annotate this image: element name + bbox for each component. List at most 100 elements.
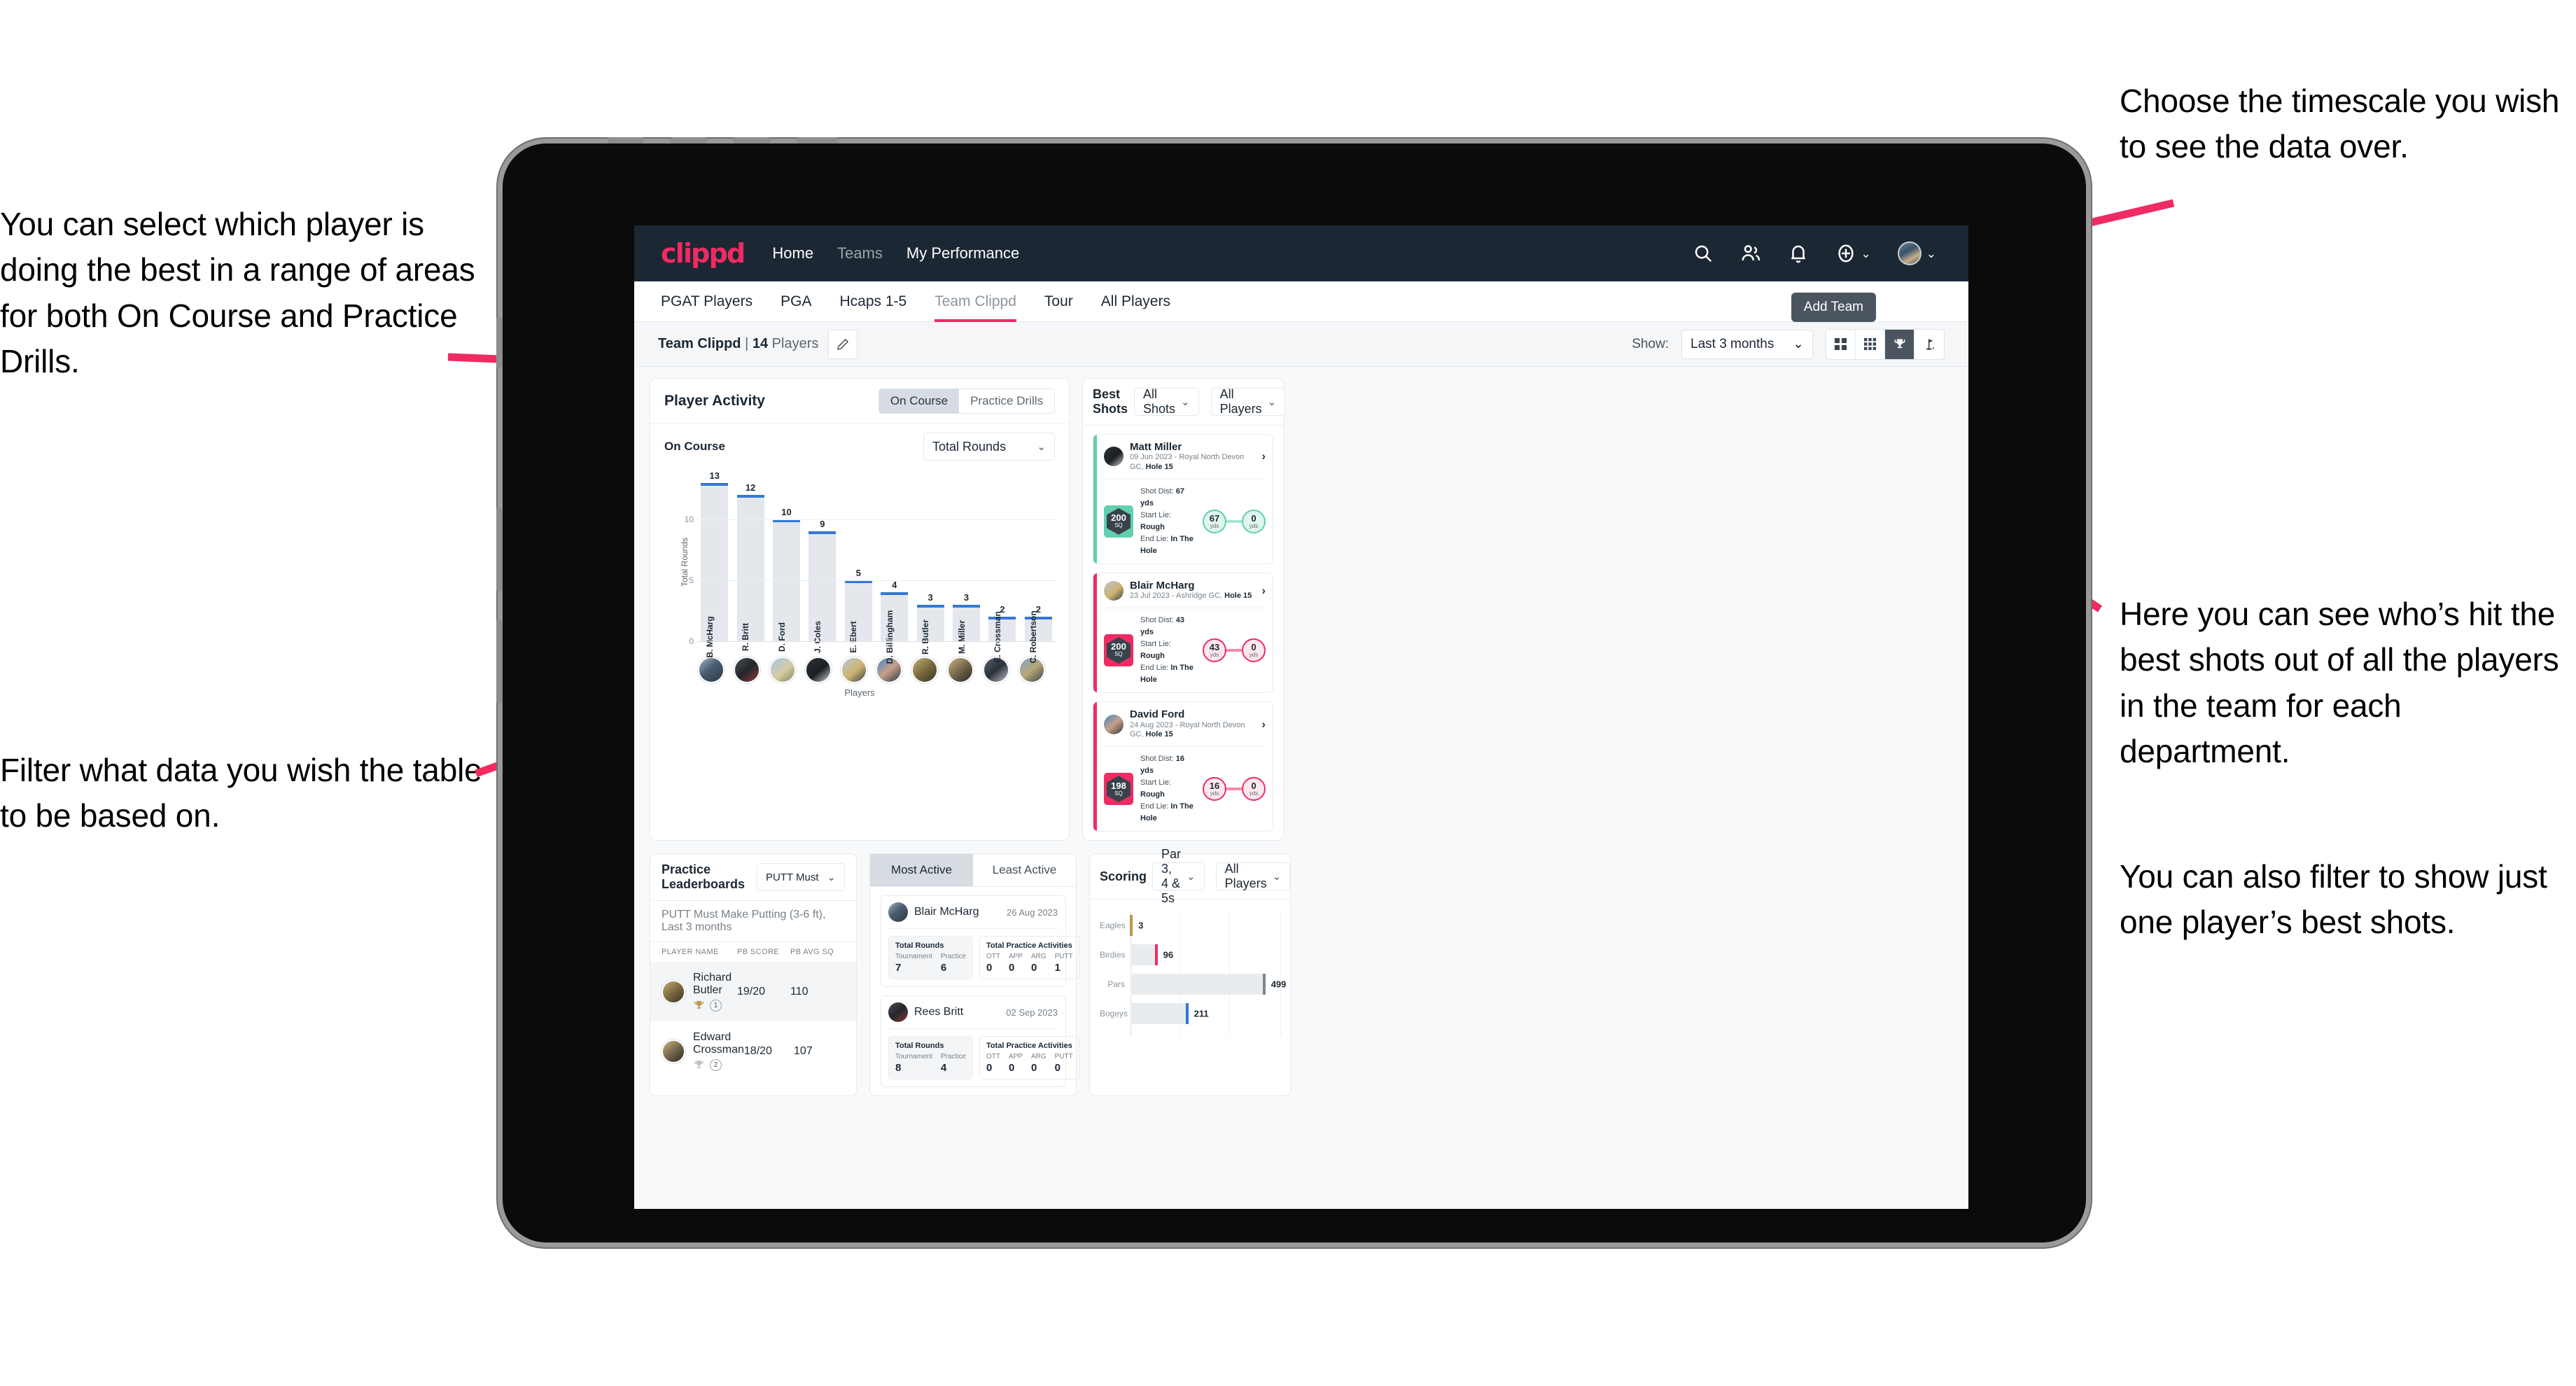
chart-bar-slot[interactable]: 13 B. McHarg	[696, 470, 732, 658]
leaderboard-columns: PLAYER NAME PB SCORE PB AVG SQ	[650, 942, 856, 962]
chart-bar[interactable]: C. Robertson	[1024, 610, 1052, 664]
stat-value: 1	[1054, 962, 1060, 974]
scoring-par-filter[interactable]: Par 3, 4 & 5s ⌄	[1152, 847, 1205, 905]
chart-bar-slot[interactable]: 4 D. Billingham	[876, 470, 912, 664]
stat-label: Practice	[940, 953, 966, 961]
chart-bar-slot[interactable]: 9 J. Coles	[804, 470, 840, 653]
chart-bar[interactable]: E. Crossman	[988, 611, 1016, 663]
chart-bar-slot[interactable]: 10 D. Ford	[769, 470, 804, 652]
team-player-count: 14	[752, 336, 769, 351]
chevron-right-icon[interactable]: ›	[1261, 449, 1266, 463]
plus-circle-icon[interactable]: ⌄	[1835, 243, 1871, 264]
avatar[interactable]	[946, 657, 974, 683]
chart-bar[interactable]: R. Britt	[736, 494, 764, 651]
chart-bar[interactable]: M. Miller	[953, 604, 981, 654]
best-shots-player-filter[interactable]: All Players ⌄	[1210, 387, 1286, 416]
scoring-row[interactable]: Bogeys 211	[1100, 999, 1280, 1028]
grid-2x2-icon[interactable]	[1826, 329, 1856, 359]
chart-bar[interactable]: R. Butler	[916, 604, 944, 654]
avatar[interactable]	[769, 657, 796, 683]
total-practice-box: Total Practice Activities OTT 0 APP 0 ARG 0 PUT…	[979, 936, 1080, 980]
best-shots-shot-filter[interactable]: All Shots ⌄	[1134, 387, 1199, 416]
stat-label: OTT	[986, 953, 1000, 961]
chart-bar-value: 5	[855, 567, 861, 578]
bell-icon[interactable]	[1788, 243, 1809, 264]
chevron-right-icon[interactable]: ›	[1261, 718, 1266, 732]
stat-label: Tournament	[895, 1053, 932, 1061]
best-shot-item[interactable]: David Ford 24 Aug 2023 - Royal North Devo…	[1093, 701, 1273, 832]
tab-tour[interactable]: Tour	[1044, 281, 1073, 322]
table-row[interactable]: Edward Crossman 2 18/20 107	[650, 1021, 856, 1081]
trophy-icon[interactable]	[1885, 329, 1914, 359]
scoring-player-filter[interactable]: All Players ⌄	[1215, 862, 1291, 891]
nav-link-my-performance[interactable]: My Performance	[906, 244, 1019, 262]
best-shots-title: Best Shots	[1093, 387, 1128, 416]
grid-3x3-icon[interactable]	[1856, 329, 1885, 359]
chart-y-ticks: 0 5 10	[676, 470, 694, 646]
best-shot-item[interactable]: Matt Miller 09 Jun 2023 - Royal North Dev…	[1093, 434, 1273, 565]
scoring-row[interactable]: Birdies 96	[1100, 940, 1280, 969]
chart-bar[interactable]: D. Billingham	[881, 592, 909, 664]
pb-avg-sq-value: 107	[794, 1044, 813, 1057]
avatar	[662, 979, 685, 1004]
best-shot-player-name: Matt Miller	[1130, 441, 1182, 453]
chevron-right-icon[interactable]: ›	[1261, 584, 1266, 598]
chart-bar-slot[interactable]: 2 C. Robertson	[1021, 470, 1056, 664]
chevron-down-icon: ⌄	[1037, 441, 1046, 453]
pencil-icon[interactable]	[828, 329, 858, 359]
avatar[interactable]	[840, 657, 867, 683]
avatar[interactable]	[911, 657, 939, 683]
app-screen: clippd Home Teams My Performance ⌄ ⌄ PGA…	[634, 225, 1968, 1209]
toggle-on-course[interactable]: On Course	[878, 389, 960, 413]
nav-link-home[interactable]: Home	[772, 244, 813, 262]
avatar[interactable]	[698, 657, 725, 683]
search-icon[interactable]	[1693, 243, 1714, 264]
top-navbar: clippd Home Teams My Performance ⌄ ⌄	[634, 225, 1968, 281]
clippd-logo[interactable]: clippd	[661, 238, 746, 269]
chart-gridline	[696, 519, 1056, 520]
chart-bar-slot[interactable]: 3 M. Miller	[948, 470, 984, 654]
avatar[interactable]: ⌄	[1897, 241, 1936, 265]
tab-most-active[interactable]: Most Active	[870, 854, 973, 887]
pb-score-value: 18/20	[743, 1044, 772, 1057]
avatar	[888, 1002, 908, 1023]
tab-all-players[interactable]: All Players	[1101, 281, 1170, 322]
tab-hcaps-1-5[interactable]: Hcaps 1-5	[839, 281, 906, 322]
best-shot-item[interactable]: Blair McHarg 23 Jul 2023 - Ashridge GC, H…	[1093, 573, 1273, 694]
timescale-select[interactable]: Last 3 months ⌄	[1681, 329, 1813, 359]
chart-bar-label: J. Coles	[812, 620, 822, 654]
total-practice-box: Total Practice Activities OTT 0 APP 0 ARG 0 PUT…	[979, 1036, 1080, 1080]
nav-link-teams[interactable]: Teams	[837, 244, 883, 262]
practice-leaderboards-header: Practice Leaderboards PUTT Must Make Put…	[650, 854, 856, 900]
chart-bar-slot[interactable]: 3 R. Butler	[912, 470, 948, 654]
tab-least-active[interactable]: Least Active	[973, 854, 1076, 886]
activity-date: 26 Aug 2023	[1006, 906, 1058, 918]
activity-item[interactable]: Rees Britt 02 Sep 2023 Total Rounds Tournam…	[880, 995, 1080, 1088]
chart-bar[interactable]: B. McHarg	[701, 483, 729, 658]
stat-label: OTT	[986, 1053, 1000, 1061]
avatar[interactable]	[804, 657, 832, 683]
chart-bar-slot[interactable]: 12 R. Britt	[732, 470, 768, 651]
tab-pgat-players[interactable]: PGAT Players	[661, 281, 752, 322]
activity-item[interactable]: Blair McHarg 26 Aug 2023 Total Rounds Tourn…	[880, 895, 1080, 988]
chart-y-tick: 0	[689, 636, 694, 646]
dashboard-content: Player Activity On Course Practice Drill…	[634, 367, 1968, 1107]
scoring-row[interactable]: Pars 499	[1100, 969, 1286, 999]
tab-pga[interactable]: PGA	[780, 281, 811, 322]
flag-icon[interactable]	[1914, 330, 1944, 359]
metric-select[interactable]: Total Rounds ⌄	[923, 433, 1055, 461]
practice-leaderboards-card: Practice Leaderboards PUTT Must Make Put…	[650, 853, 857, 1097]
chart-bar[interactable]: J. Coles	[808, 531, 836, 653]
people-icon[interactable]	[1740, 243, 1761, 264]
avatar[interactable]	[734, 657, 761, 683]
chart-bar-slot[interactable]: 5 E. Ebert	[841, 470, 876, 653]
chart-bar[interactable]: E. Ebert	[844, 580, 872, 653]
drill-select[interactable]: PUTT Must Make Putting ... ⌄	[757, 863, 845, 892]
chart-bar-slot[interactable]: 2 E. Crossman	[984, 470, 1020, 663]
chart-bar-value: 9	[820, 519, 825, 530]
toggle-practice-drills[interactable]: Practice Drills	[959, 389, 1054, 413]
tab-team-clippd[interactable]: Team Clippd	[934, 281, 1016, 322]
tablet-device: clippd Home Teams My Performance ⌄ ⌄ PGA…	[496, 137, 2086, 1242]
scoring-row[interactable]: Eagles 3	[1100, 911, 1280, 940]
table-row[interactable]: Richard Butler 1 19/20 110	[650, 962, 856, 1022]
